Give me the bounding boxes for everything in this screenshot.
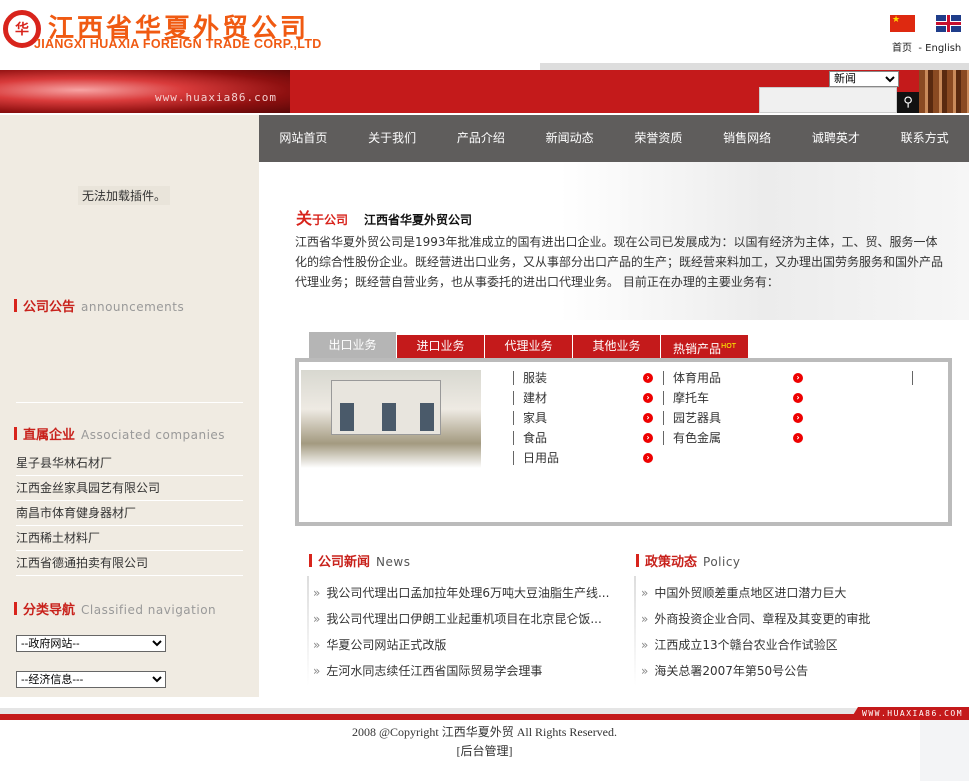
lang-english-link[interactable]: English — [925, 43, 961, 54]
product-item[interactable]: 日用品 › — [513, 448, 653, 468]
nav-honors[interactable]: 荣誉资质 — [614, 115, 703, 162]
policy-item[interactable]: » 外商投资企业合同、章程及其变更的审批 — [641, 606, 951, 632]
arrow-right-icon: › — [793, 373, 803, 383]
logo-english: JIANGXI HUAXIA FOREIGN TRADE CORP.,LTD — [34, 37, 322, 51]
copyright: 2008 @Copyright 江西华夏外贸 All Rights Reserv… — [351, 725, 618, 739]
product-item[interactable]: 体育用品 › — [663, 368, 803, 388]
product-column-2: 体育用品 › 摩托车 › 园艺器具 › 有色金属 › — [663, 368, 803, 448]
news-item[interactable]: » 华夏公司网站正式改版 — [313, 632, 623, 658]
company-link[interactable]: 江西金丝家具园艺有限公司 — [16, 476, 243, 501]
product-item[interactable]: 摩托车 › — [663, 388, 803, 408]
footer-url-badge: WWW.HUAXIA86.COM — [850, 707, 969, 720]
nav-sales[interactable]: 销售网络 — [703, 115, 792, 162]
product-item[interactable]: 服装 › — [513, 368, 653, 388]
news-item[interactable]: » 我公司代理出口孟加拉年处理6万吨大豆油脂生产线... — [313, 580, 623, 606]
admin-link[interactable]: [后台管理] — [0, 742, 969, 759]
policy-item[interactable]: » 江西成立13个赣台农业合作试验区 — [641, 632, 951, 658]
banner-url: www.huaxia86.com — [155, 91, 277, 104]
companies-heading: 直属企业 Associated companies — [14, 424, 225, 443]
arrow-right-icon: › — [643, 373, 653, 383]
footer-red-bar — [0, 714, 969, 720]
news-item[interactable]: » 我公司代理出口伊朗工业起重机项目在北京昆仑饭... — [313, 606, 623, 632]
nav-about[interactable]: 关于我们 — [348, 115, 437, 162]
policy-item[interactable]: » 中国外贸顺差重点地区进口潜力巨大 — [641, 580, 951, 606]
arrow-right-icon: › — [643, 453, 653, 463]
arrow-right-icon: › — [793, 393, 803, 403]
lang-sep: - — [918, 43, 922, 54]
about-text: 江西省华夏外贸公司是1993年批准成立的国有进出口企业。现在公司已发展成为：以国… — [295, 235, 944, 289]
divider — [912, 371, 913, 385]
arrow-right-icon: › — [643, 393, 653, 403]
gov-sites-select[interactable]: --政府网站-- — [16, 635, 166, 652]
company-link[interactable]: 南昌市体育健身器材厂 — [16, 501, 243, 526]
econ-info-select[interactable]: --经济信息--- — [16, 671, 166, 688]
news-list: » 我公司代理出口孟加拉年处理6万吨大豆油脂生产线... » 我公司代理出口伊朗工业… — [313, 580, 623, 684]
company-link[interactable]: 星子县华林石材厂 — [16, 451, 243, 476]
divider — [307, 576, 309, 686]
arrow-right-icon: › — [793, 413, 803, 423]
language-links: 首页 - English — [892, 39, 961, 54]
news-item[interactable]: » 左河水同志续任江西省国际贸易学会理事 — [313, 658, 623, 684]
classified-heading: 分类导航 Classified navigation — [14, 599, 216, 618]
china-flag-icon[interactable]: ★ — [890, 15, 915, 32]
tab-hot-products[interactable]: 热销产品HOT — [661, 335, 748, 358]
policy-heading: 政策动态 Policy — [636, 551, 741, 570]
arrow-right-icon: › — [643, 413, 653, 423]
uk-flag-icon[interactable] — [936, 15, 961, 32]
arrow-right-icon: › — [793, 433, 803, 443]
product-column-1: 服装 › 建材 › 家具 › 食品 › 日用品 › — [513, 368, 653, 468]
policy-item[interactable]: » 海关总署2007年第50号公告 — [641, 658, 951, 684]
factory-image — [301, 370, 481, 468]
company-link[interactable]: 江西省德通拍卖有限公司 — [16, 551, 243, 576]
search-category-select[interactable]: 新闻 — [829, 71, 899, 87]
search-input[interactable] — [759, 87, 897, 113]
tab-export[interactable]: 出口业务 — [309, 332, 396, 358]
company-link[interactable]: 江西稀土材料厂 — [16, 526, 243, 551]
product-item[interactable]: 家具 › — [513, 408, 653, 428]
divider — [634, 576, 636, 686]
nav-products[interactable]: 产品介绍 — [437, 115, 526, 162]
product-item[interactable]: 有色金属 › — [663, 428, 803, 448]
product-item[interactable]: 食品 › — [513, 428, 653, 448]
news-heading: 公司新闻 News — [309, 551, 410, 570]
business-tabs: 出口业务 进口业务 代理业务 其他业务 热销产品HOT — [309, 332, 748, 358]
tab-agency[interactable]: 代理业务 — [485, 335, 572, 358]
nav-news[interactable]: 新闻动态 — [525, 115, 614, 162]
nav-jobs[interactable]: 诚聘英才 — [792, 115, 881, 162]
about-heading: 关于公司 江西省华夏外贸公司 — [296, 209, 473, 228]
search-button[interactable]: ⚲ — [897, 92, 919, 113]
tab-other[interactable]: 其他业务 — [573, 335, 660, 358]
plugin-message: 无法加载插件。 — [78, 186, 171, 205]
arrow-right-icon: › — [643, 433, 653, 443]
nav-home[interactable]: 网站首页 — [259, 115, 348, 162]
lang-home-link[interactable]: 首页 — [892, 43, 912, 54]
main-nav: 网站首页 关于我们 产品介绍 新闻动态 荣誉资质 销售网络 诚聘英才 联系方式 — [259, 115, 969, 162]
banner-photo — [919, 70, 969, 113]
top-strip — [540, 63, 969, 70]
hot-badge: HOT — [720, 342, 737, 350]
magnifier-icon: ⚲ — [903, 95, 913, 110]
nav-contact[interactable]: 联系方式 — [880, 115, 969, 162]
announcements-heading: 公司公告 announcements — [14, 296, 184, 315]
divider — [16, 402, 243, 403]
product-item[interactable]: 建材 › — [513, 388, 653, 408]
tab-import[interactable]: 进口业务 — [397, 335, 484, 358]
product-item[interactable]: 园艺器具 › — [663, 408, 803, 428]
policy-list: » 中国外贸顺差重点地区进口潜力巨大 » 外商投资企业合同、章程及其变更的审批 » 江… — [641, 580, 951, 684]
